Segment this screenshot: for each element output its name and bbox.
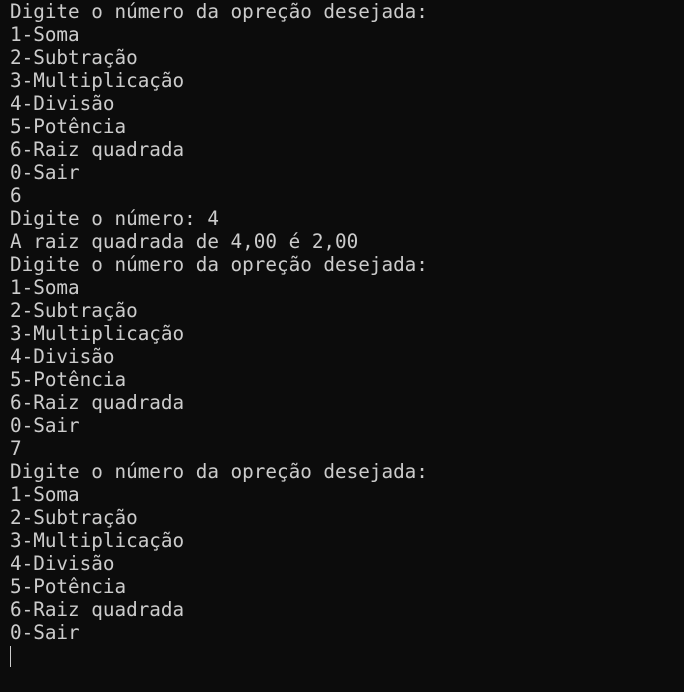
output-line: 5-Potência <box>10 368 127 391</box>
output-line: 2-Subtração <box>10 299 138 322</box>
user-input-line: 7 <box>10 437 22 460</box>
output-line: Digite o número da opreção desejada: <box>10 253 428 276</box>
output-line: 0-Sair <box>10 161 80 184</box>
output-line: 0-Sair <box>10 621 80 644</box>
output-line: 5-Potência <box>10 115 127 138</box>
output-line: 2-Subtração <box>10 506 138 529</box>
user-input-line: 6 <box>10 184 22 207</box>
output-line: 6-Raiz quadrada <box>10 598 185 621</box>
output-line: 4-Divisão <box>10 552 115 575</box>
output-line: 4-Divisão <box>10 92 115 115</box>
output-line: 1-Soma <box>10 483 80 506</box>
output-line: 1-Soma <box>10 23 80 46</box>
output-line: 3-Multiplicação <box>10 69 185 92</box>
output-line: 2-Subtração <box>10 46 138 69</box>
output-line: 3-Multiplicação <box>10 322 185 345</box>
output-line: 5-Potência <box>10 575 127 598</box>
output-line: Digite o número da opreção desejada: <box>10 460 428 483</box>
output-line: Digite o número da opreção desejada: <box>10 0 428 23</box>
output-line: 4-Divisão <box>10 345 115 368</box>
output-line: Digite o número: 4 <box>10 207 219 230</box>
terminal-window[interactable]: Digite o número da opreção desejada: 1-S… <box>0 0 684 692</box>
output-line: 6-Raiz quadrada <box>10 138 185 161</box>
input-line[interactable] <box>10 644 684 667</box>
output-line: 1-Soma <box>10 276 80 299</box>
output-line: A raiz quadrada de 4,00 é 2,00 <box>10 230 359 253</box>
output-line: 6-Raiz quadrada <box>10 391 185 414</box>
terminal-output: Digite o número da opreção desejada: 1-S… <box>10 0 684 667</box>
text-cursor <box>10 646 11 667</box>
output-line: 3-Multiplicação <box>10 529 185 552</box>
output-line: 0-Sair <box>10 414 80 437</box>
